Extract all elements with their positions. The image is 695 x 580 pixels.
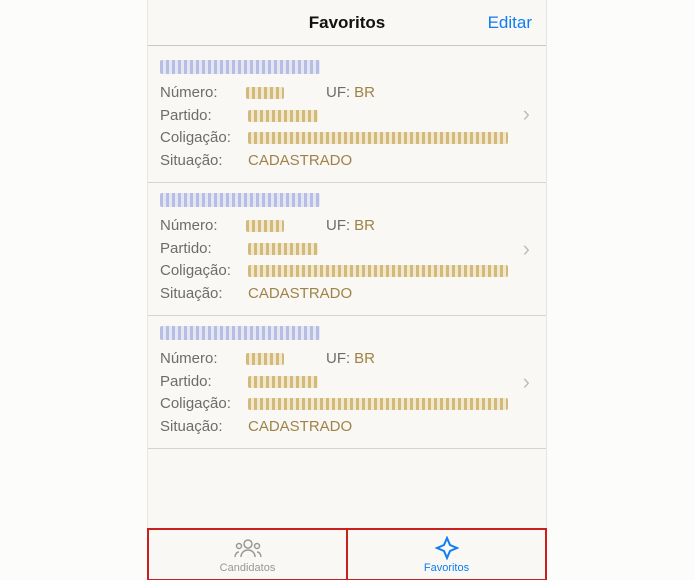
numero-value-redacted xyxy=(246,87,284,99)
candidate-name-redacted xyxy=(160,193,320,207)
situacao-label: Situação: xyxy=(160,150,242,173)
uf-label: UF: xyxy=(326,82,350,105)
app-frame: Favoritos Editar Número: UF: BR Partido: xyxy=(147,0,547,580)
star-icon xyxy=(433,535,461,561)
situacao-value: CADASTRADO xyxy=(248,150,352,173)
tabbar: Candidatos Favoritos xyxy=(148,528,546,580)
situacao-value: CADASTRADO xyxy=(248,416,352,439)
tab-label: Favoritos xyxy=(424,562,469,574)
numero-label: Número: xyxy=(160,215,242,238)
uf-value: BR xyxy=(354,348,375,371)
uf-value: BR xyxy=(354,215,375,238)
page-title: Favoritos xyxy=(309,13,386,33)
people-icon xyxy=(234,535,262,561)
favorite-row[interactable]: Número: UF: BR Partido: Coligação: Situa… xyxy=(148,46,546,183)
situacao-label: Situação: xyxy=(160,283,242,306)
partido-value-redacted xyxy=(248,243,318,255)
uf-value: BR xyxy=(354,82,375,105)
candidate-name-redacted xyxy=(160,60,320,74)
chevron-right-icon: › xyxy=(523,101,530,127)
favorites-list: Número: UF: BR Partido: Coligação: Situa… xyxy=(148,46,546,449)
situacao-value: CADASTRADO xyxy=(248,283,352,306)
situacao-label: Situação: xyxy=(160,416,242,439)
numero-value-redacted xyxy=(246,220,284,232)
numero-value-redacted xyxy=(246,353,284,365)
uf-label: UF: xyxy=(326,348,350,371)
partido-value-redacted xyxy=(248,110,318,122)
edit-button[interactable]: Editar xyxy=(488,0,532,46)
coligacao-value-redacted xyxy=(248,132,508,144)
partido-label: Partido: xyxy=(160,371,242,394)
partido-label: Partido: xyxy=(160,105,242,128)
coligacao-label: Coligação: xyxy=(160,393,242,416)
candidate-name-redacted xyxy=(160,326,320,340)
partido-label: Partido: xyxy=(160,238,242,261)
coligacao-value-redacted xyxy=(248,398,508,410)
coligacao-value-redacted xyxy=(248,265,508,277)
chevron-right-icon: › xyxy=(523,236,530,262)
numero-label: Número: xyxy=(160,82,242,105)
coligacao-label: Coligação: xyxy=(160,260,242,283)
uf-label: UF: xyxy=(326,215,350,238)
tab-label: Candidatos xyxy=(220,562,276,574)
chevron-right-icon: › xyxy=(523,369,530,395)
numero-label: Número: xyxy=(160,348,242,371)
coligacao-label: Coligação: xyxy=(160,127,242,150)
tab-candidatos[interactable]: Candidatos xyxy=(148,529,347,580)
favorite-row[interactable]: Número: UF: BR Partido: Coligação: Situa… xyxy=(148,183,546,316)
partido-value-redacted xyxy=(248,376,318,388)
tab-favoritos[interactable]: Favoritos xyxy=(347,529,546,580)
navbar: Favoritos Editar xyxy=(148,0,546,46)
favorite-row[interactable]: Número: UF: BR Partido: Coligação: Situa… xyxy=(148,316,546,449)
